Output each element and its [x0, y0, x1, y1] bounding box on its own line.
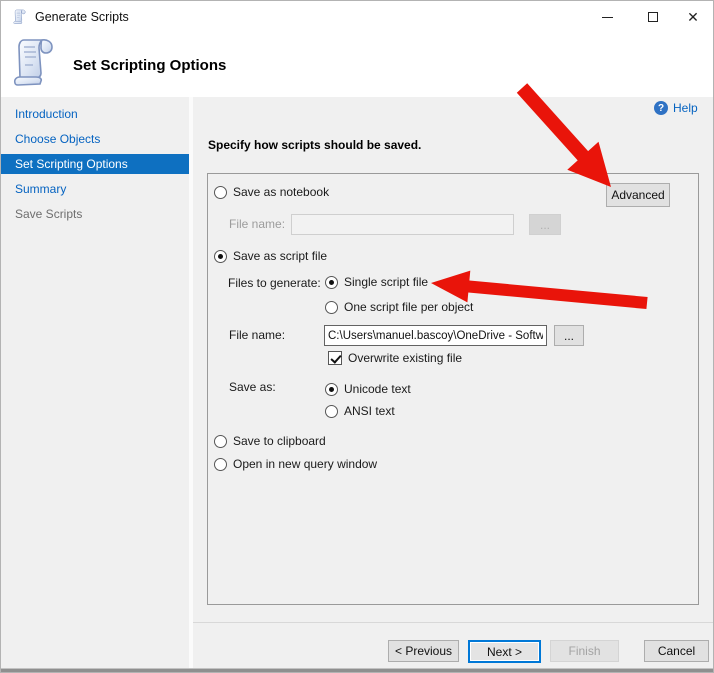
notebook-file-name-label: File name:: [229, 214, 285, 234]
help-icon: ?: [654, 101, 668, 115]
save-as-script-file-label[interactable]: Save as script file: [233, 249, 327, 263]
save-options-groupbox: [207, 173, 699, 605]
files-to-generate-label: Files to generate:: [228, 273, 321, 293]
next-button[interactable]: Next >: [468, 640, 541, 663]
close-icon: ✕: [687, 10, 699, 24]
finish-button: Finish: [550, 640, 619, 662]
radio-row-one-script-file-per-object[interactable]: One script file per object: [325, 299, 473, 315]
save-to-clipboard-label[interactable]: Save to clipboard: [233, 434, 326, 448]
instruction-text: Specify how scripts should be saved.: [208, 138, 421, 152]
script-file-name-label: File name:: [229, 325, 285, 345]
wizard-steps-sidebar: Introduction Choose Objects Set Scriptin…: [1, 97, 189, 673]
script-scroll-icon: [11, 36, 59, 90]
checkbox-row-overwrite[interactable]: Overwrite existing file: [328, 350, 462, 366]
title-bar[interactable]: Generate Scripts ✕: [1, 1, 713, 33]
radio-row-save-to-clipboard[interactable]: Save to clipboard: [214, 433, 326, 449]
advanced-button[interactable]: Advanced: [606, 183, 670, 207]
footer-divider: [193, 622, 714, 623]
save-as-notebook-label[interactable]: Save as notebook: [233, 185, 329, 199]
help-link[interactable]: ? Help: [654, 101, 698, 115]
generate-scripts-window: Generate Scripts ✕ Set Scripting Options…: [0, 0, 714, 673]
notebook-browse-button: ...: [529, 214, 561, 235]
close-button[interactable]: ✕: [673, 1, 713, 33]
unicode-text-label[interactable]: Unicode text: [344, 382, 411, 396]
radio-row-open-in-new-query-window[interactable]: Open in new query window: [214, 456, 377, 472]
overwrite-existing-file-checkbox[interactable]: [328, 351, 342, 365]
minimize-icon: [602, 17, 613, 18]
notebook-file-name-input: [291, 214, 514, 235]
save-as-label: Save as:: [229, 377, 276, 397]
maximize-button[interactable]: [633, 1, 673, 33]
minimize-button[interactable]: [587, 1, 627, 33]
unicode-text-radio[interactable]: [325, 383, 338, 396]
script-file-browse-button[interactable]: ...: [554, 325, 584, 346]
sidebar-item-set-scripting-options[interactable]: Set Scripting Options: [1, 154, 191, 174]
radio-row-unicode-text[interactable]: Unicode text: [325, 381, 411, 397]
one-script-file-per-object-radio[interactable]: [325, 301, 338, 314]
radio-row-ansi-text[interactable]: ANSI text: [325, 403, 395, 419]
wizard-header: Set Scripting Options: [1, 33, 713, 97]
sidebar-item-save-scripts: Save Scripts: [1, 204, 189, 224]
script-scroll-icon: [12, 9, 28, 25]
sidebar-item-summary[interactable]: Summary: [1, 179, 189, 199]
single-script-file-label[interactable]: Single script file: [344, 275, 428, 289]
previous-button[interactable]: < Previous: [388, 640, 459, 662]
open-in-new-query-window-label[interactable]: Open in new query window: [233, 457, 377, 471]
sidebar-item-choose-objects[interactable]: Choose Objects: [1, 129, 189, 149]
ansi-text-radio[interactable]: [325, 405, 338, 418]
save-as-notebook-radio[interactable]: [214, 186, 227, 199]
ansi-text-label[interactable]: ANSI text: [344, 404, 395, 418]
save-to-clipboard-radio[interactable]: [214, 435, 227, 448]
help-label: Help: [673, 101, 698, 115]
radio-row-single-script-file[interactable]: Single script file: [325, 274, 428, 290]
window-bottom-edge: [1, 668, 713, 672]
single-script-file-radio[interactable]: [325, 276, 338, 289]
cancel-button[interactable]: Cancel: [644, 640, 709, 662]
radio-row-save-as-script-file[interactable]: Save as script file: [214, 248, 327, 264]
script-file-name-input[interactable]: [324, 325, 547, 346]
one-script-file-per-object-label[interactable]: One script file per object: [344, 300, 473, 314]
maximize-icon: [648, 12, 658, 22]
radio-row-save-as-notebook[interactable]: Save as notebook: [214, 184, 329, 200]
sidebar-item-introduction[interactable]: Introduction: [1, 104, 189, 124]
save-as-script-file-radio[interactable]: [214, 250, 227, 263]
overwrite-existing-file-label[interactable]: Overwrite existing file: [348, 351, 462, 365]
page-title: Set Scripting Options: [73, 57, 226, 74]
window-title: Generate Scripts: [35, 10, 129, 24]
open-in-new-query-window-radio[interactable]: [214, 458, 227, 471]
